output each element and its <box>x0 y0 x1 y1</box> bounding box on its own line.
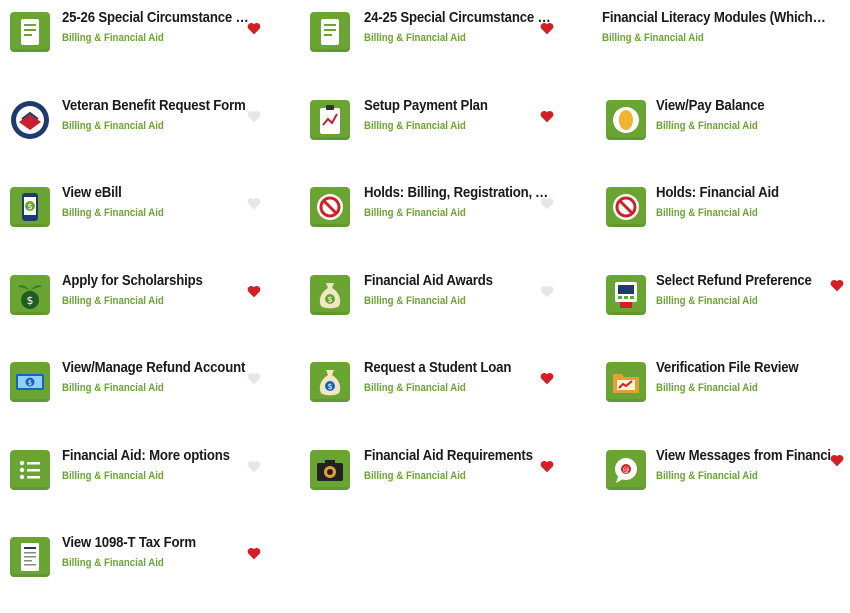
favorite-heart-icon[interactable] <box>830 279 844 293</box>
tile-title: Verification File Review <box>656 359 799 376</box>
tile-financial-aid-more-options[interactable]: Financial Aid: More options Billing & Fi… <box>0 438 298 526</box>
prohibited-icon <box>606 187 646 227</box>
tile-category: Billing & Financial Aid <box>364 119 466 132</box>
tile-title: View eBill <box>62 184 122 201</box>
tile-category: Billing & Financial Aid <box>656 294 758 307</box>
favorite-heart-icon[interactable] <box>540 372 554 386</box>
tile-title: Request a Student Loan <box>364 359 512 376</box>
money-bag-icon: $ <box>310 274 350 315</box>
tile-veteran-benefit-request[interactable]: Veteran Benefit Request Form Billing & F… <box>0 88 298 176</box>
camera-icon <box>310 449 350 490</box>
favorite-heart-icon[interactable] <box>830 454 844 468</box>
phone-bill-icon: $ <box>10 187 50 227</box>
tile-title: Financial Aid Awards <box>364 271 493 289</box>
atm-icon <box>606 274 646 315</box>
favorite-heart-icon[interactable] <box>540 460 554 474</box>
folder-chart-icon <box>606 362 646 402</box>
tile-holds-billing-registration[interactable]: Holds: Billing, Registration, A... Billi… <box>298 175 594 263</box>
tile-title: View 1098-T Tax Form <box>62 534 196 551</box>
tile-category: Billing & Financial Aid <box>62 294 164 307</box>
tile-apply-for-scholarships[interactable]: $ Apply for Scholarships Billing & Finan… <box>0 263 298 351</box>
tile-title: Financial Aid Requirements <box>364 446 533 464</box>
svg-text:$: $ <box>327 295 332 304</box>
list-icon <box>10 449 50 490</box>
tile-category: Billing & Financial Aid <box>364 382 466 394</box>
tile-holds-financial-aid[interactable]: Holds: Financial Aid Billing & Financial… <box>594 175 850 263</box>
tile-request-student-loan[interactable]: $ Request a Student Loan Billing & Finan… <box>298 350 594 438</box>
tile-title: Veteran Benefit Request Form <box>62 96 246 114</box>
tile-title: 25-26 Special Circumstance R... <box>62 9 252 26</box>
tile-category: Billing & Financial Aid <box>656 469 758 482</box>
money-plant-icon: $ <box>10 274 50 315</box>
tile-view-pay-balance[interactable]: View/Pay Balance Billing & Financial Aid <box>594 88 850 176</box>
favorite-heart-icon[interactable] <box>247 460 261 474</box>
document-icon <box>310 12 350 52</box>
tile-title: Setup Payment Plan <box>364 96 488 114</box>
tile-25-26-special-circumstance[interactable]: 25-26 Special Circumstance R... Billing … <box>0 0 298 88</box>
tile-category: Billing & Financial Aid <box>62 207 164 219</box>
tile-select-refund-preference[interactable]: Select Refund Preference Billing & Finan… <box>594 263 850 351</box>
tile-category: Billing & Financial Aid <box>656 207 758 219</box>
tile-title: Financial Aid: More options <box>62 446 230 464</box>
veteran-seal-icon <box>10 100 50 140</box>
tile-financial-literacy-modules[interactable]: Financial Literacy Modules (WhichWay) Bi… <box>594 0 850 88</box>
prohibited-icon <box>310 187 350 227</box>
tile-view-manage-refund-account[interactable]: $ View/Manage Refund Account Billing & F… <box>0 350 298 438</box>
tile-title: Select Refund Preference <box>656 271 812 289</box>
tile-category: Billing & Financial Aid <box>364 469 466 482</box>
favorite-heart-icon[interactable] <box>540 197 554 211</box>
tile-category: Billing & Financial Aid <box>364 294 466 307</box>
svg-text:@: @ <box>623 466 630 474</box>
tile-view-ebill[interactable]: $ View eBill Billing & Financial Aid <box>0 175 298 263</box>
tile-financial-aid-requirements[interactable]: Financial Aid Requirements Billing & Fin… <box>298 438 594 526</box>
favorite-heart-icon[interactable] <box>540 110 554 124</box>
favorite-heart-icon[interactable] <box>247 285 261 299</box>
svg-text:$: $ <box>28 379 32 387</box>
tile-view-messages-financial-aid[interactable]: @ View Messages from Financia... Billing… <box>594 438 850 526</box>
app-tile-grid: 25-26 Special Circumstance R... Billing … <box>0 0 850 577</box>
tile-title: Financial Literacy Modules (WhichWay) <box>602 9 831 26</box>
tile-title: View/Pay Balance <box>656 96 765 114</box>
cash-icon: $ <box>10 362 50 402</box>
tile-category: Billing & Financial Aid <box>62 469 164 482</box>
favorite-heart-icon[interactable] <box>540 285 554 299</box>
tile-title: View/Manage Refund Account <box>62 359 246 376</box>
tile-view-1098t-tax-form[interactable]: View 1098-T Tax Form Billing & Financial… <box>0 525 298 613</box>
svg-text:$: $ <box>27 202 32 211</box>
document-icon <box>10 12 50 52</box>
coin-icon <box>606 99 646 140</box>
tile-category: Billing & Financial Aid <box>62 32 164 44</box>
tax-form-icon <box>10 537 50 577</box>
favorite-heart-icon[interactable] <box>247 197 261 211</box>
tile-setup-payment-plan[interactable]: Setup Payment Plan Billing & Financial A… <box>298 88 594 176</box>
tile-title: Apply for Scholarships <box>62 271 203 289</box>
tile-title: Holds: Billing, Registration, A... <box>364 184 554 201</box>
tile-category: Billing & Financial Aid <box>602 32 704 44</box>
tile-category: Billing & Financial Aid <box>364 207 466 219</box>
favorite-heart-icon[interactable] <box>247 22 261 36</box>
svg-text:$: $ <box>27 294 34 307</box>
tile-category: Billing & Financial Aid <box>62 557 164 569</box>
money-bag-icon: $ <box>310 362 350 402</box>
tile-financial-aid-awards[interactable]: $ Financial Aid Awards Billing & Financi… <box>298 263 594 351</box>
tile-category: Billing & Financial Aid <box>656 119 758 132</box>
tile-category: Billing & Financial Aid <box>62 119 164 132</box>
clipboard-chart-icon <box>310 99 350 140</box>
favorite-heart-icon[interactable] <box>247 547 261 561</box>
tile-category: Billing & Financial Aid <box>656 382 758 394</box>
tile-category: Billing & Financial Aid <box>62 382 164 394</box>
favorite-heart-icon[interactable] <box>540 22 554 36</box>
tile-title: 24-25 Special Circumstance R... <box>364 9 554 26</box>
chat-icon: @ <box>606 449 646 490</box>
tile-24-25-special-circumstance[interactable]: 24-25 Special Circumstance R... Billing … <box>298 0 594 88</box>
svg-text:$: $ <box>327 382 332 391</box>
tile-title: View Messages from Financia... <box>656 446 846 464</box>
tile-title: Holds: Financial Aid <box>656 184 779 201</box>
tile-category: Billing & Financial Aid <box>364 32 466 44</box>
tile-verification-file-review[interactable]: Verification File Review Billing & Finan… <box>594 350 850 438</box>
favorite-heart-icon[interactable] <box>247 110 261 124</box>
favorite-heart-icon[interactable] <box>247 372 261 386</box>
